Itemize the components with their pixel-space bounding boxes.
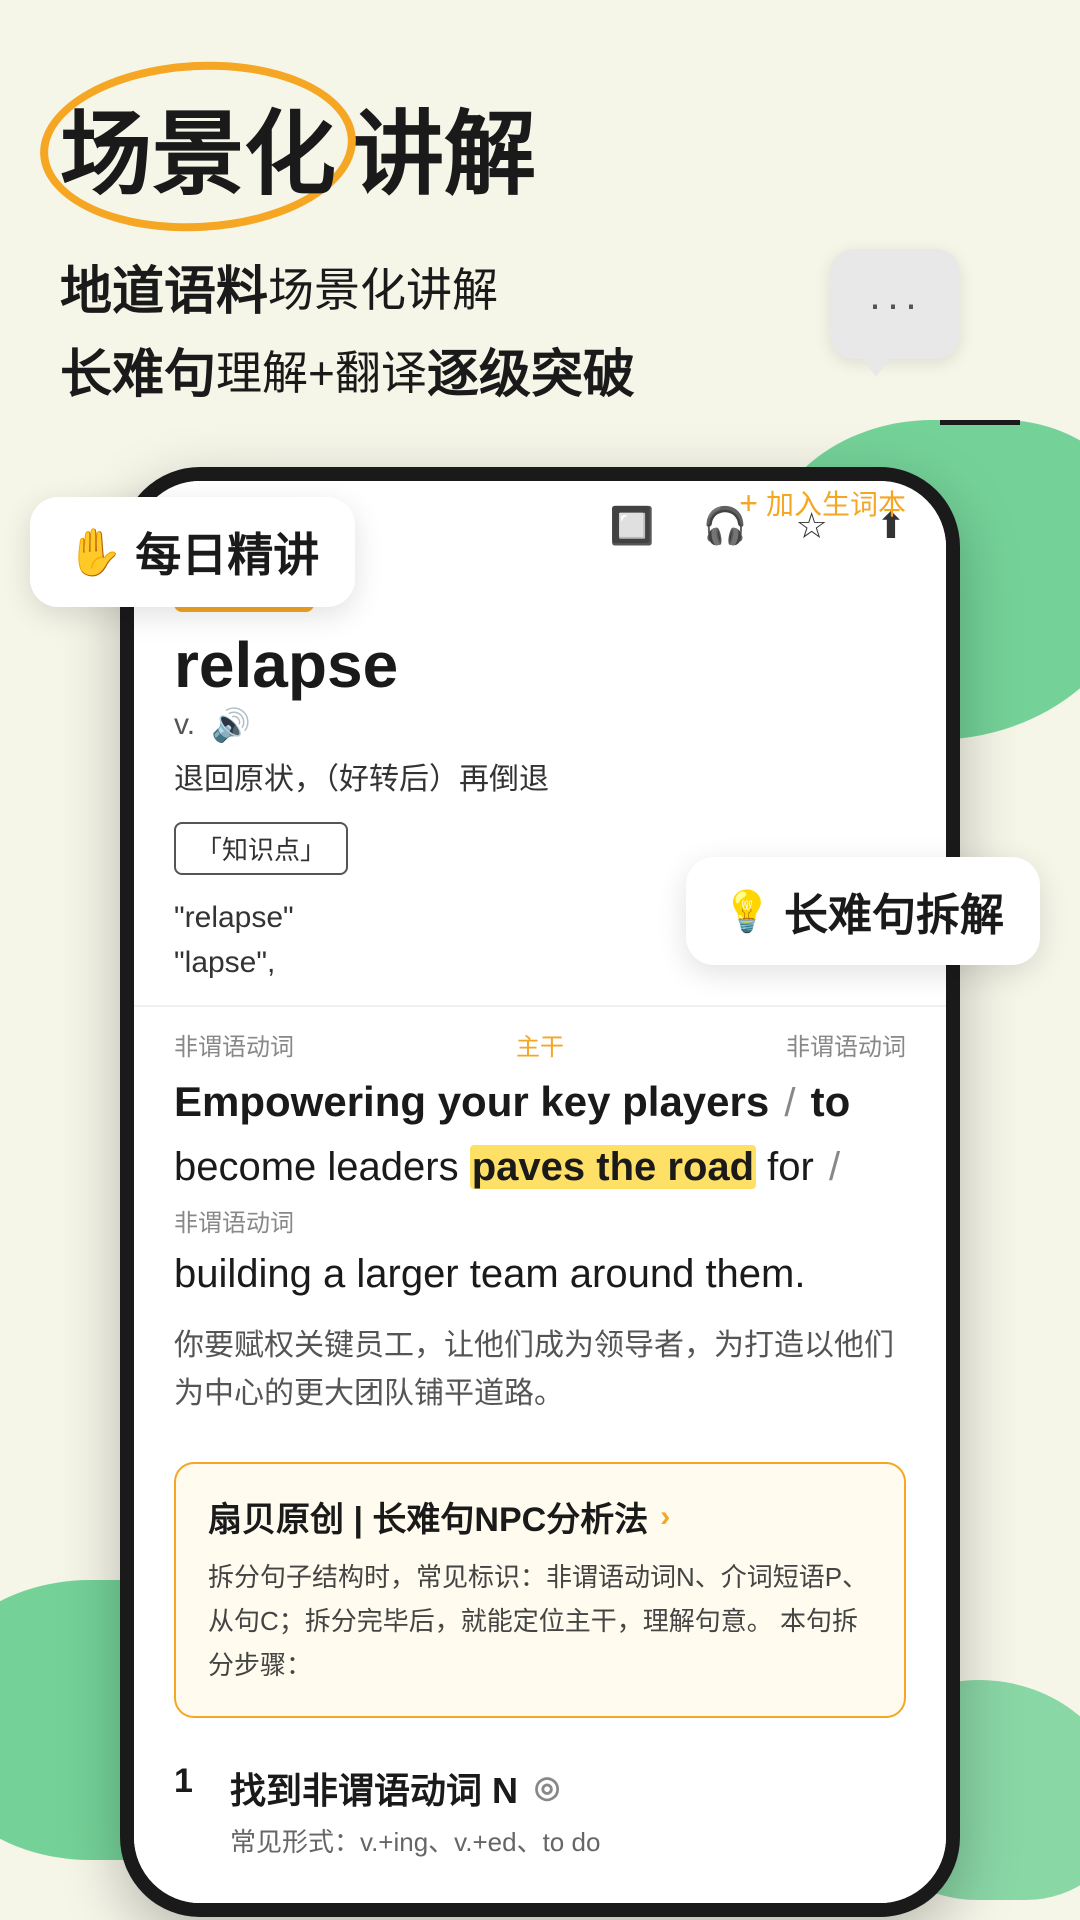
- tip-card-content: 拆分句子结构时，常见标识：非谓语动词N、介词短语P、从句C；拆分完毕后，就能定位…: [208, 1555, 872, 1688]
- tip-card[interactable]: 扇贝原创 | 长难句NPC分析法 › 拆分句子结构时，常见标识：非谓语动词N、介…: [174, 1462, 906, 1718]
- step-title-text: 找到非谓语动词 N: [230, 1762, 518, 1814]
- tip-card-title: 扇贝原创 | 长难句NPC分析法 ›: [208, 1492, 872, 1541]
- chat-bubble-text: ···: [868, 280, 922, 328]
- subtitle-line1-rest: 场景化讲解: [268, 254, 498, 320]
- title-highlighted-text: 场景化: [60, 104, 336, 206]
- add-vocab-button[interactable]: + 加入生词本: [739, 483, 906, 523]
- sentence-line2-post: for: [756, 1145, 814, 1189]
- sentence-line1: Empowering your key players / to: [174, 1070, 906, 1133]
- tip-card-title-text: 扇贝原创 | 长难句NPC分析法: [208, 1492, 648, 1541]
- title-highlighted-wrapper: 场景化: [60, 80, 336, 213]
- translation: 你要赋权关键员工，让他们成为领导者，为打造以他们为中心的更大团队铺平道路。: [174, 1322, 906, 1418]
- title-rest: 讲解: [352, 80, 536, 213]
- step-desc: 常见形式：v.+ing、v.+ed、to do: [230, 1822, 600, 1864]
- sentence-line3-label: 非谓语动词: [174, 1203, 906, 1238]
- subtitle-line1-bold: 地道语料: [60, 249, 268, 324]
- word-part-of-speech: v.: [174, 708, 195, 742]
- sentence-slash-2: /: [829, 1145, 840, 1189]
- phone-area: ✋ 每日精讲 ‹ 🔲 🎧 ☆ ⬆ 高频写作 relapse: [0, 467, 1080, 1917]
- topbar-dict-icon[interactable]: 🔲: [610, 505, 655, 547]
- step-number: 1: [174, 1762, 210, 1801]
- chat-bubble: ···: [830, 249, 960, 359]
- daily-emoji: ✋: [66, 525, 123, 580]
- step-content: 找到非谓语动词 N ◎ 常见形式：v.+ing、v.+ed、to do: [230, 1762, 600, 1864]
- step-title-icon[interactable]: ◎: [534, 1770, 560, 1805]
- phone-frame: ‹ 🔲 🎧 ☆ ⬆ 高频写作 relapse + 加入生词本: [120, 467, 960, 1917]
- grammar-label-left: 非谓语动词: [174, 1027, 294, 1062]
- add-vocab-text: 加入生词本: [766, 483, 906, 523]
- analysis-emoji: 💡: [722, 888, 772, 935]
- subtitle-line2-bold: 长难句: [60, 332, 216, 407]
- subtitle-line2-mid: 理解+翻译: [216, 337, 427, 403]
- analysis-text: 长难句拆解: [784, 879, 1004, 943]
- word-phonetic: v. 🔊: [174, 706, 906, 744]
- knowledge-tag[interactable]: 「知识点」: [174, 822, 348, 875]
- float-card-daily[interactable]: ✋ 每日精讲: [30, 497, 355, 607]
- subtitle-block: ··· 地道语料 场景化讲解 长难句 理解+翻译 逐级突破: [60, 249, 1020, 407]
- word-context-2: "lapse",: [174, 946, 275, 979]
- float-card-analysis[interactable]: 💡 长难句拆解: [686, 857, 1040, 965]
- title-row: 场景化 讲解: [60, 80, 1020, 213]
- phone-screen: ‹ 🔲 🎧 ☆ ⬆ 高频写作 relapse + 加入生词本: [134, 481, 946, 1903]
- add-vocab-plus: +: [739, 485, 758, 522]
- step-section: 1 找到非谓语动词 N ◎ 常见形式：v.+ing、v.+ed、to do: [134, 1742, 946, 1904]
- tip-card-chevron: ›: [660, 1500, 670, 1534]
- grammar-label-row: 非谓语动词 主干 非谓语动词: [174, 1027, 906, 1062]
- word-definition: 退回原状，（好转后）再倒退: [174, 754, 906, 798]
- sentence-line2-pre: become leaders: [174, 1145, 470, 1189]
- grammar-label-right: 非谓语动词: [786, 1027, 906, 1062]
- phone-divider: [134, 1005, 946, 1007]
- sentence-section: 非谓语动词 主干 非谓语动词 Empowering your key playe…: [134, 1027, 946, 1462]
- sentence-slash-1: /: [784, 1081, 795, 1125]
- sentence-to: to: [811, 1078, 851, 1125]
- subtitle-line2-end: 逐级突破: [427, 332, 635, 407]
- sentence-line3: building a larger team around them.: [174, 1242, 906, 1306]
- speaker-icon[interactable]: 🔊: [211, 706, 251, 744]
- sentence-line2-highlight: paves the road: [470, 1145, 756, 1189]
- word-context-1: "relapse": [174, 901, 294, 934]
- step-title: 找到非谓语动词 N ◎: [230, 1762, 600, 1814]
- word-main: relapse: [174, 628, 398, 702]
- subtitle-divider: [940, 420, 1020, 425]
- daily-text: 每日精讲: [135, 519, 319, 585]
- grammar-label-center: 主干: [516, 1027, 564, 1062]
- header: 场景化 讲解 ··· 地道语料 场景化讲解 长难句 理解+翻译 逐级突破: [0, 0, 1080, 407]
- sentence-line2: become leaders paves the road for /: [174, 1135, 906, 1199]
- step-item-1: 1 找到非谓语动词 N ◎ 常见形式：v.+ing、v.+ed、to do: [174, 1762, 906, 1864]
- sentence-bold-part: Empowering your key players: [174, 1078, 769, 1125]
